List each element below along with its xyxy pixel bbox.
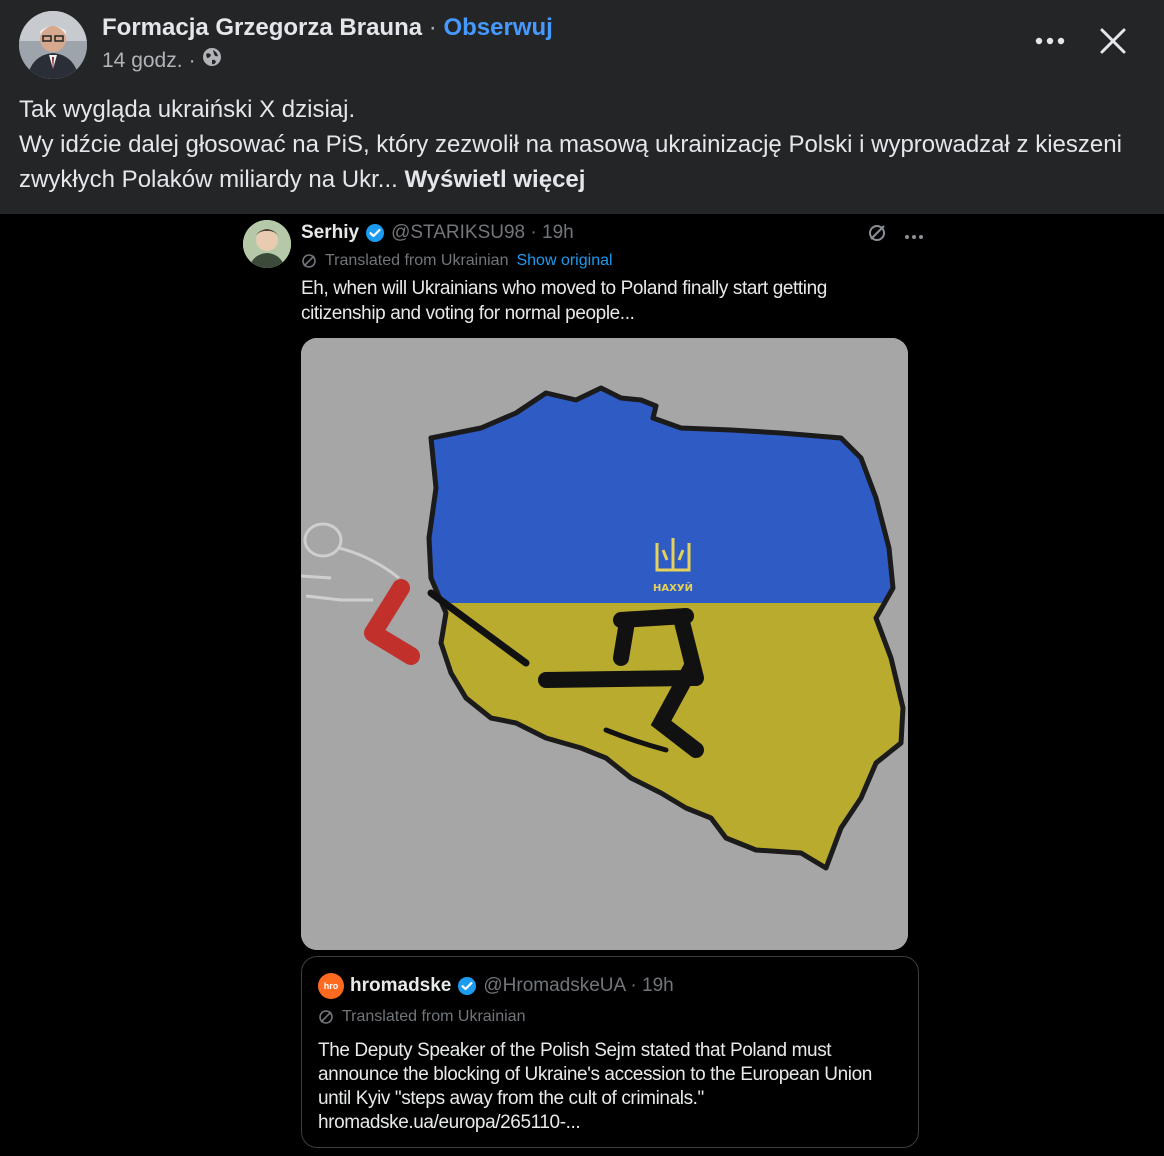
grok-icon — [866, 222, 888, 249]
post-meta: 14 godz. · — [102, 46, 222, 76]
quoted-handle-time: @HromadskeUA · 19h — [483, 975, 674, 996]
title-separator: · — [428, 14, 437, 41]
close-button[interactable] — [1092, 20, 1134, 62]
verified-badge-icon — [457, 976, 477, 996]
post-text-line: Tak wygląda ukraiński X dzisiaj. — [19, 96, 356, 123]
close-icon — [1100, 28, 1126, 54]
meta-separator: · — [188, 49, 196, 72]
post-time[interactable]: 14 godz. — [102, 46, 183, 76]
tweet-author-avatar — [243, 220, 291, 268]
quoted-translation-note: Translated from Ukrainian — [318, 1008, 525, 1026]
author-avatar[interactable] — [19, 11, 87, 79]
quoted-tweet-header: hro hromadske @HromadskeUA · 19h — [318, 973, 674, 999]
hromadske-logo: hro — [318, 973, 344, 999]
post-text-line: Wy idźcie dalej głosować na PiS, który z… — [19, 127, 1139, 197]
translate-icon — [302, 254, 316, 268]
more-horizontal-icon — [1035, 37, 1065, 45]
see-more-link[interactable]: Wyświetl więcej — [404, 166, 585, 193]
translate-icon — [319, 1010, 333, 1024]
author-name[interactable]: Formacja Grzegorza Brauna — [102, 14, 422, 41]
post-title-row: Formacja Grzegorza Brauna · Obserwuj — [102, 12, 553, 44]
trident-caption: НАХУЙ — [653, 581, 693, 594]
post-header: Formacja Grzegorza Brauna · Obserwuj 14 … — [0, 0, 1164, 214]
tweet-more-icon — [904, 227, 924, 245]
tweet-text: Eh, when will Ukrainians who moved to Po… — [301, 278, 827, 324]
tweet-actions — [866, 222, 924, 249]
verified-badge-icon — [365, 223, 385, 243]
quoted-tweet: hro hromadske @HromadskeUA · 19h Transla… — [301, 956, 919, 1148]
translated-label: Translated from Ukrainian — [342, 1008, 526, 1025]
post-text: Tak wygląda ukraiński X dzisiaj. Wy idźc… — [19, 92, 1139, 197]
show-original-link: Show original — [516, 252, 613, 269]
tweet-header: Serhiy @STARIKSU98 · 19h — [301, 220, 574, 246]
tweet-image: НАХУЙ — [301, 338, 908, 950]
quoted-author-name: hromadske — [350, 975, 452, 996]
quoted-tweet-text: The Deputy Speaker of the Polish Sejm st… — [318, 1039, 898, 1135]
quoted-body: The Deputy Speaker of the Polish Sejm st… — [318, 1040, 872, 1109]
quoted-link: hromadske.ua/europa/265110-... — [318, 1112, 581, 1133]
translated-label: Translated from Ukrainian — [325, 252, 509, 269]
tweet-translation-note: Translated from Ukrainian Show original — [301, 250, 613, 272]
tweet-author-name: Serhiy — [301, 222, 360, 243]
more-options-button[interactable] — [1030, 24, 1070, 58]
tweet-handle-time: @STARIKSU98 · 19h — [391, 222, 574, 243]
follow-button[interactable]: Obserwuj — [443, 14, 552, 41]
globe-icon — [202, 46, 222, 76]
